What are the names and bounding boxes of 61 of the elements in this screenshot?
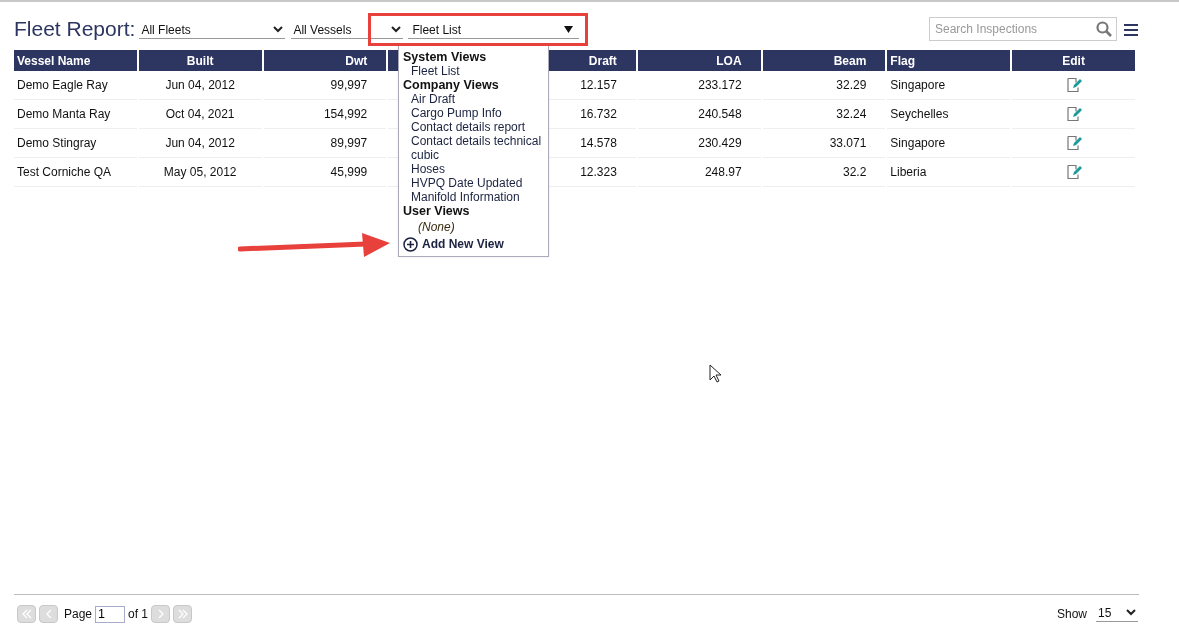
table-cell: Demo Manta Ray <box>14 100 137 129</box>
show-label: Show <box>1056 607 1087 621</box>
mouse-pointer-icon <box>709 364 722 383</box>
menu-group-heading: User Views <box>402 204 471 218</box>
column-header[interactable]: Built <box>138 50 262 71</box>
column-header[interactable]: LOA <box>637 50 761 71</box>
page-label: Page <box>64 607 93 621</box>
table-cell: Oct 04, 2021 <box>138 100 262 129</box>
view-select[interactable]: Fleet List <box>408 21 580 39</box>
plus-circle-icon <box>403 236 418 252</box>
menu-icon[interactable] <box>1124 24 1138 36</box>
table-cell: Singapore <box>887 71 1011 100</box>
table-cell: 248.97 <box>637 158 761 187</box>
search-field[interactable]: Search Inspections <box>929 17 1117 41</box>
column-header[interactable]: Dwt <box>263 50 387 71</box>
column-header[interactable]: Edit <box>1012 50 1135 71</box>
table-cell: May 05, 2012 <box>138 158 262 187</box>
edit-icon[interactable] <box>1065 106 1082 122</box>
table-cell: 240.548 <box>637 100 761 129</box>
empty-list-note: (None) <box>417 219 456 236</box>
double-chevron-left-icon <box>21 609 32 619</box>
chevron-icon <box>391 26 402 33</box>
page-count: of 1 <box>128 607 149 621</box>
table-cell: 154,992 <box>263 100 387 129</box>
table-cell: Test Corniche QA <box>14 158 137 187</box>
table-cell: 32.29 <box>762 71 886 100</box>
table-cell: Seychelles <box>887 100 1011 129</box>
table-cell: 33.071 <box>762 129 886 158</box>
menu-group-heading: Company Views <box>402 78 500 92</box>
edit-icon[interactable] <box>1065 135 1082 151</box>
add-new-view-link[interactable]: Add New View <box>399 236 548 252</box>
menu-group-heading: System Views <box>402 50 488 64</box>
vessel-select[interactable]: All Vessels <box>291 21 404 39</box>
table-cell: 32.2 <box>762 158 886 187</box>
table-cell: Demo Stingray <box>14 129 137 158</box>
chevron-icon <box>1126 609 1136 616</box>
edit-icon[interactable] <box>1065 77 1082 93</box>
column-header[interactable]: Vessel Name <box>14 50 137 71</box>
search-icon[interactable] <box>1096 21 1112 37</box>
page-number-field[interactable]: 1 <box>95 605 126 623</box>
menu-item[interactable]: Manifold Information <box>399 190 548 204</box>
column-header[interactable]: Flag <box>887 50 1011 71</box>
table-cell: Jun 04, 2012 <box>138 71 262 100</box>
table-cell: Singapore <box>887 129 1011 158</box>
page-title: Fleet Report: <box>14 17 136 41</box>
fleet-select[interactable]: All Fleets <box>139 21 286 39</box>
table-cell: 45,999 <box>263 158 387 187</box>
edit-icon[interactable] <box>1065 164 1082 180</box>
table-cell: 99,997 <box>263 71 387 100</box>
table-cell: Demo Eagle Ray <box>14 71 137 100</box>
column-header[interactable]: Beam <box>762 50 886 71</box>
page-size-select[interactable]: 15 <box>1096 604 1138 622</box>
dropdown-triangle-icon <box>564 26 574 33</box>
table-cell: 89,997 <box>263 129 387 158</box>
table-cell: Liberia <box>887 158 1011 187</box>
double-chevron-right-icon <box>177 609 188 619</box>
table-cell: Jun 04, 2012 <box>138 129 262 158</box>
table-cell: 230.429 <box>637 129 761 158</box>
chevron-icon <box>273 26 284 33</box>
table-cell: 32.24 <box>762 100 886 129</box>
table-cell: 233.172 <box>637 71 761 100</box>
